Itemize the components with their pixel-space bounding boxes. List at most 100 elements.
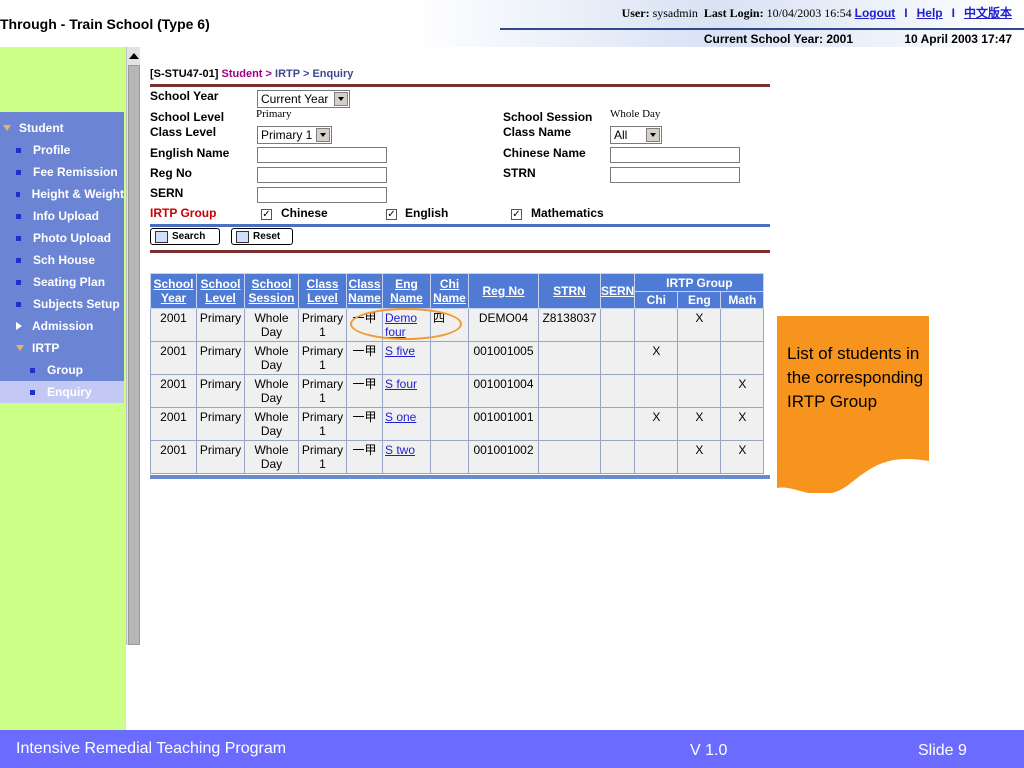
col-header-class-level[interactable]: Class Level — [298, 273, 347, 309]
cell-class-name: 一甲 — [346, 374, 383, 408]
help-link[interactable]: Help — [917, 6, 943, 20]
cell-eng-name: S four — [382, 374, 431, 408]
table-bottom-divider — [150, 475, 770, 479]
col-header-reg-no[interactable]: Reg No — [468, 273, 539, 309]
cell-math: X — [720, 407, 765, 441]
highlight-circle — [350, 308, 462, 340]
search-icon — [155, 230, 168, 243]
bullet-icon — [16, 191, 20, 197]
chinese-name-input[interactable] — [610, 147, 740, 163]
student-name-link[interactable]: S two — [385, 443, 415, 457]
sidebar-item-student[interactable]: Student — [0, 117, 124, 139]
cell-reg-no: 001001002 — [468, 440, 539, 474]
sidebar-item-label: Group — [47, 363, 83, 377]
col-header-strn[interactable]: STRN — [538, 273, 601, 309]
breadcrumb-current: IRTP > Enquiry — [275, 68, 354, 80]
sidebar-item-height-weight[interactable]: Height & Weight — [0, 183, 124, 205]
col-header-school-year[interactable]: School Year — [150, 273, 197, 309]
reg-no-input[interactable] — [257, 167, 387, 183]
class-level-select[interactable]: Primary 1 — [257, 126, 332, 144]
reset-button[interactable]: Reset — [231, 228, 293, 245]
col-header-class-name[interactable]: Class Name — [346, 273, 383, 309]
reset-icon — [236, 230, 249, 243]
reg-no-label: Reg No — [150, 166, 192, 180]
mathematics-checkbox-label: Mathematics — [531, 206, 604, 220]
callout-note: List of students in the corresponding IR… — [777, 316, 929, 495]
cell-eng-name: S two — [382, 440, 431, 474]
sidebar-item-label: Photo Upload — [33, 231, 111, 245]
col-header-school-session[interactable]: School Session — [244, 273, 299, 309]
sidebar-item-profile[interactable]: Profile — [0, 139, 124, 161]
bullet-icon — [16, 213, 21, 219]
cell-chi-name — [430, 440, 469, 474]
bullet-icon — [16, 235, 21, 241]
sidebar-item-seating-plan[interactable]: Seating Plan — [0, 271, 124, 293]
cell-school-year: 2001 — [150, 308, 197, 342]
breadcrumb-student-link[interactable]: Student — [222, 68, 263, 80]
sidebar-item-group[interactable]: Group — [0, 359, 124, 381]
cell-class-name: 一甲 — [346, 440, 383, 474]
school-year-value: Current Year — [261, 92, 329, 106]
vertical-scrollbar[interactable] — [126, 47, 140, 645]
cell-eng-name: S five — [382, 341, 431, 375]
school-year-select[interactable]: Current Year — [257, 90, 350, 108]
sidebar-item-label: Seating Plan — [33, 275, 106, 289]
col-header-school-level[interactable]: School Level — [196, 273, 245, 309]
sidebar-item-fee-remission[interactable]: Fee Remission — [0, 161, 124, 183]
sidebar-item-photo-upload[interactable]: Photo Upload — [0, 227, 124, 249]
bullet-icon — [16, 147, 21, 153]
sern-input[interactable] — [257, 187, 387, 203]
current-school-year: Current School Year: 2001 — [703, 32, 854, 46]
cell-sern — [599, 374, 636, 408]
cell-strn: Z8138037 — [538, 308, 601, 342]
search-button[interactable]: Search — [150, 228, 220, 245]
cell-school-session: Whole Day — [244, 341, 299, 375]
class-name-select[interactable]: All — [610, 126, 662, 144]
strn-label: STRN — [503, 166, 536, 180]
mathematics-checkbox[interactable]: ✓ — [511, 209, 522, 220]
sidebar-item-sch-house[interactable]: Sch House — [0, 249, 124, 271]
form-divider — [150, 224, 770, 227]
dropdown-arrow-icon[interactable] — [646, 128, 660, 142]
class-level-value: Primary 1 — [261, 128, 313, 142]
bullet-icon — [16, 279, 21, 285]
bullet-icon — [16, 301, 21, 307]
sidebar-item-enquiry[interactable]: Enquiry — [0, 381, 124, 403]
sidebar-item-admission[interactable]: Admission — [0, 315, 124, 337]
english-name-input[interactable] — [257, 147, 387, 163]
table-row: 2001 Primary Whole Day Primary 1 一甲 S tw… — [150, 440, 765, 474]
chinese-checkbox[interactable]: ✓ — [261, 209, 272, 220]
col-header-sern[interactable]: SERN — [599, 273, 636, 309]
table-row: 2001 Primary Whole Day Primary 1 一甲 S fi… — [150, 341, 765, 375]
cell-class-level: Primary 1 — [298, 308, 347, 342]
user-name: sysadmin — [652, 6, 698, 20]
dropdown-arrow-icon[interactable] — [334, 92, 348, 106]
col-header-chi-name[interactable]: Chi Name — [430, 273, 469, 309]
english-checkbox[interactable]: ✓ — [386, 209, 397, 220]
logout-link[interactable]: Logout — [855, 6, 896, 20]
student-name-link[interactable]: S five — [385, 344, 415, 358]
dropdown-arrow-icon[interactable] — [316, 128, 330, 142]
sidebar-nav: Student Profile Fee Remission Height & W… — [0, 112, 124, 403]
cell-school-session: Whole Day — [244, 374, 299, 408]
results-top-divider — [150, 250, 770, 253]
student-name-link[interactable]: S one — [385, 410, 416, 424]
footer-title: Intensive Remedial Teaching Program — [16, 740, 287, 757]
class-level-label: Class Level — [150, 125, 217, 139]
sidebar-item-irtp[interactable]: IRTP — [0, 337, 124, 359]
student-name-link[interactable]: S four — [385, 377, 417, 391]
scroll-up-arrow-icon[interactable] — [129, 53, 139, 59]
sidebar-item-subjects-setup[interactable]: Subjects Setup — [0, 293, 124, 315]
cell-school-session: Whole Day — [244, 308, 299, 342]
sidebar-item-info-upload[interactable]: Info Upload — [0, 205, 124, 227]
strn-input[interactable] — [610, 167, 740, 183]
col-header-eng-name[interactable]: Eng Name — [382, 273, 431, 309]
scroll-thumb[interactable] — [128, 65, 140, 645]
year-bar: Current School Year: 2001 10 April 2003 … — [704, 32, 1012, 46]
cell-chi-name — [430, 407, 469, 441]
callout-text: List of students in the corresponding IR… — [787, 344, 924, 411]
cell-school-level: Primary — [196, 374, 245, 408]
cell-school-session: Whole Day — [244, 407, 299, 441]
chinese-version-link[interactable]: 中文版本 — [964, 6, 1012, 20]
school-level-value: Primary — [256, 108, 292, 120]
